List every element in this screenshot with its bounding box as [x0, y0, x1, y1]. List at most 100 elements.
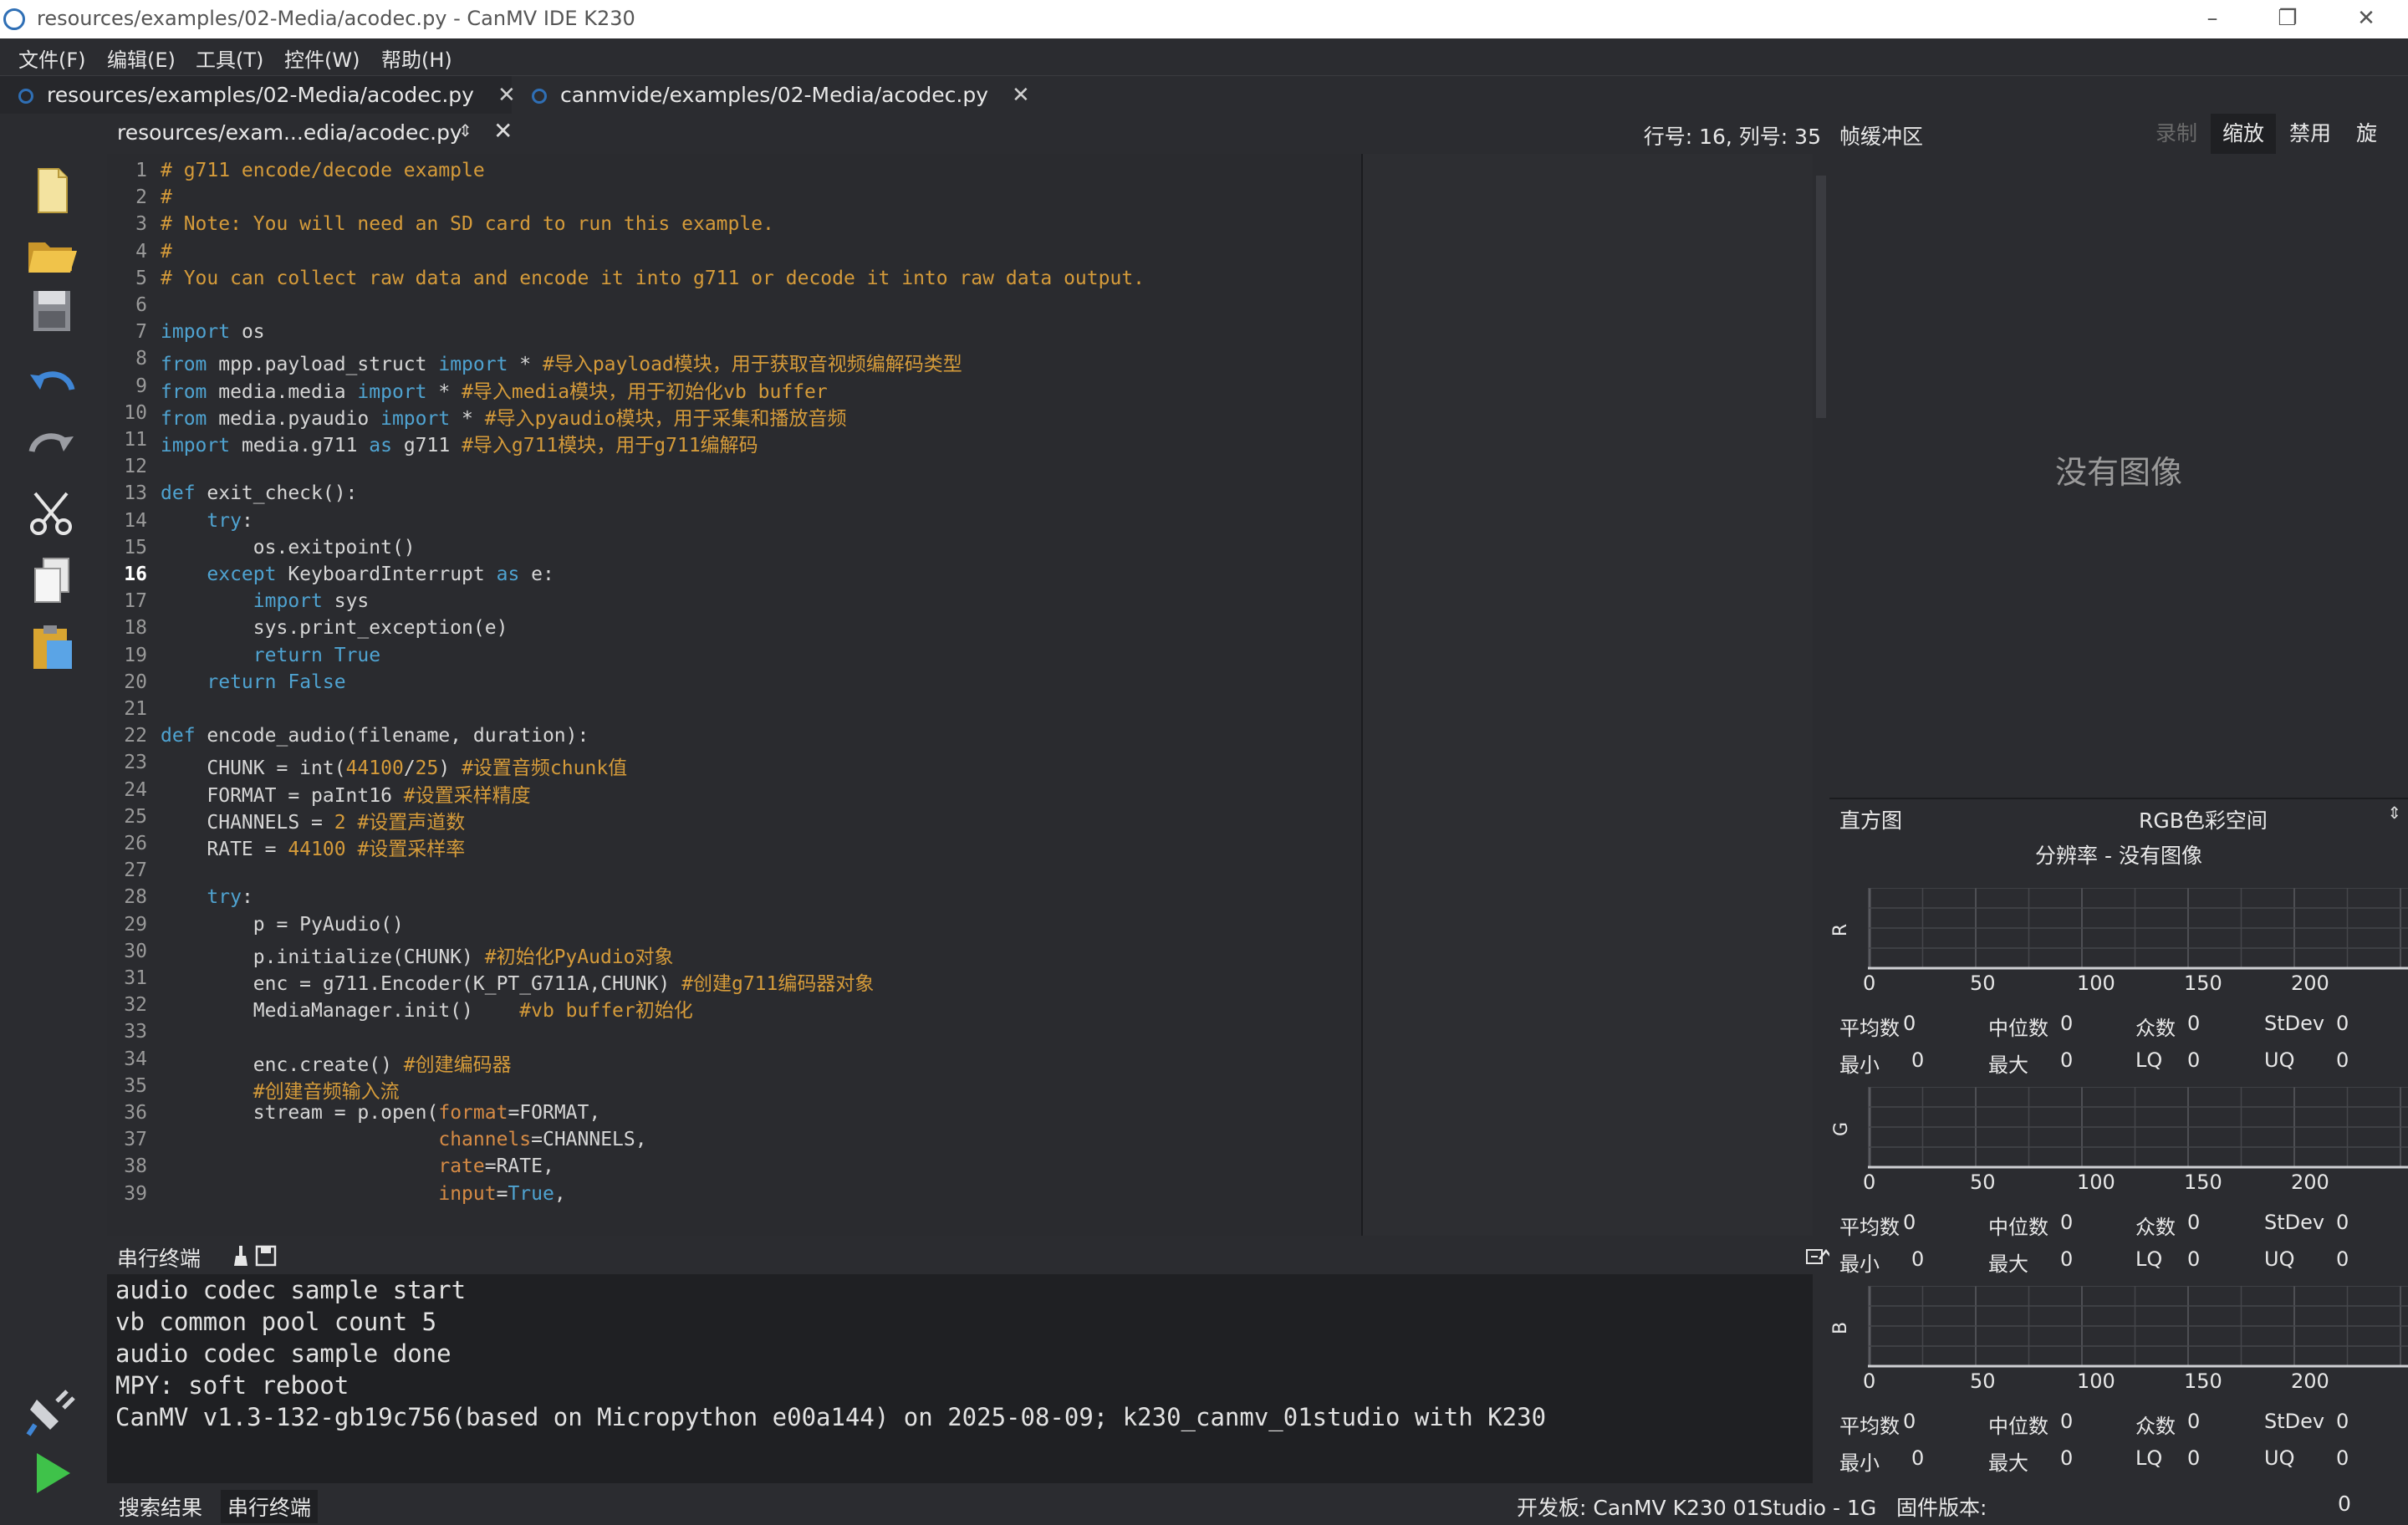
- code-line[interactable]: #: [161, 186, 172, 208]
- stat-value: 0: [2336, 1446, 2349, 1470]
- code-line[interactable]: def exit_check():: [161, 482, 357, 504]
- serial-terminal[interactable]: audio codec sample start vb common pool …: [107, 1274, 1813, 1483]
- code-line[interactable]: input=True,: [161, 1183, 565, 1205]
- line-number: 10: [124, 401, 147, 424]
- code-line[interactable]: # Note: You will need an SD card to run …: [161, 213, 774, 235]
- file-tab-2[interactable]: canmvide/examples/02-Media/acodec.py ✕: [527, 76, 1030, 115]
- menu-file[interactable]: 文件(F): [18, 43, 86, 73]
- line-number: 9: [135, 375, 147, 397]
- code-line[interactable]: RATE = 44100 #设置采样率: [161, 833, 465, 861]
- code-line[interactable]: p.initialize(CHUNK) #初始化PyAudio对象: [161, 941, 674, 969]
- stat-label: 最小: [1839, 1252, 1880, 1276]
- code-line[interactable]: CHUNK = int(44100/25) #设置音频chunk值: [161, 752, 627, 780]
- editor-file-path[interactable]: resources/exam...edia/acodec.py: [117, 120, 462, 145]
- code-line[interactable]: sys.print_exception(e): [161, 617, 508, 639]
- tick-label: 0: [1863, 1369, 1876, 1393]
- copy-icon[interactable]: [25, 553, 79, 607]
- code-line[interactable]: from media.media import * #导入media模块，用于初…: [161, 375, 828, 404]
- record-button[interactable]: 录制: [2144, 114, 2209, 154]
- code-line[interactable]: #: [161, 241, 172, 263]
- file-tab-1[interactable]: resources/examples/02-Media/acodec.py ✕: [0, 76, 516, 115]
- code-line[interactable]: try:: [161, 886, 253, 908]
- tab-serial-terminal[interactable]: 串行终端: [221, 1490, 319, 1523]
- terminal-label: 串行终端: [117, 1247, 202, 1271]
- code-line[interactable]: return True: [161, 645, 380, 666]
- menu-help[interactable]: 帮助(H): [381, 43, 452, 73]
- minimize-button[interactable]: –: [2187, 3, 2237, 33]
- code-line[interactable]: from mpp.payload_struct import * #导入payl…: [161, 348, 962, 376]
- tab-search-results[interactable]: 搜索结果: [112, 1490, 209, 1523]
- histogram-title: 分辨率 - 没有图像: [2035, 844, 2202, 868]
- menu-edit[interactable]: 编辑(E): [107, 43, 176, 73]
- close-tab-icon[interactable]: ✕: [1012, 76, 1030, 115]
- stat-label: StDev: [2264, 1211, 2325, 1234]
- code-line[interactable]: channels=CHANNELS,: [161, 1129, 646, 1150]
- terminal-scrollbar[interactable]: [1813, 1274, 1829, 1483]
- code-editor[interactable]: 1 2 3 4 5 6 7 8 9 10 11 12 13 14 15 16 17 18 19 20 21 22 23 24 2…: [107, 154, 1813, 1236]
- code-line[interactable]: from media.pyaudio import * #导入pyaudio模块…: [161, 402, 847, 431]
- code-line[interactable]: enc.create() #创建编码器: [161, 1048, 512, 1077]
- menu-bar: 文件(F) 编辑(E) 工具(T) 控件(W) 帮助(H): [0, 38, 2408, 75]
- code-line[interactable]: # You can collect raw data and encode it…: [161, 268, 1145, 289]
- code-line[interactable]: stream = p.open(format=FORMAT,: [161, 1102, 600, 1124]
- code-line[interactable]: import media.g711 as g711 #导入g711模块，用于g7…: [161, 429, 758, 457]
- code-line[interactable]: CHANNELS = 2 #设置声道数: [161, 806, 465, 834]
- stat-label: StDev: [2264, 1410, 2325, 1433]
- code-line[interactable]: os.exitpoint(): [161, 537, 416, 558]
- close-window-button[interactable]: ✕: [2341, 3, 2391, 33]
- histogram-chart-g: [1868, 1087, 2408, 1169]
- line-number: 31: [124, 967, 147, 989]
- stat-value: 0: [1911, 1446, 1925, 1470]
- stat-value: 0: [1903, 1410, 1916, 1433]
- code-line[interactable]: #创建音频输入流: [161, 1075, 400, 1104]
- line-number: 4: [135, 240, 147, 263]
- line-number: 37: [124, 1129, 147, 1151]
- select-arrow-icon[interactable]: ⇕: [2387, 803, 2401, 823]
- undo-icon[interactable]: [25, 356, 79, 410]
- code-line[interactable]: MediaManager.init() #vb buffer初始化: [161, 994, 693, 1023]
- open-folder-icon[interactable]: [25, 226, 79, 279]
- close-panel-icon[interactable]: [1804, 1247, 1824, 1266]
- line-number: 27: [124, 859, 147, 882]
- save-terminal-icon[interactable]: [254, 1244, 278, 1267]
- stat-value: 0: [2187, 1048, 2201, 1072]
- paste-icon[interactable]: [25, 620, 79, 674]
- code-line[interactable]: rate=RATE,: [161, 1155, 554, 1177]
- line-number: 39: [124, 1182, 147, 1205]
- code-line[interactable]: import os: [161, 321, 265, 343]
- color-space-select[interactable]: RGB色彩空间: [2139, 804, 2268, 834]
- new-file-icon[interactable]: [25, 164, 79, 217]
- code-line[interactable]: import sys: [161, 590, 369, 612]
- maximize-button[interactable]: ❐: [2263, 3, 2313, 33]
- connect-icon[interactable]: [25, 1385, 79, 1438]
- code-line[interactable]: return False: [161, 671, 345, 693]
- code-line[interactable]: FORMAT = paInt16 #设置采样精度: [161, 779, 530, 808]
- save-icon[interactable]: [25, 284, 79, 338]
- redo-icon[interactable]: [25, 418, 79, 472]
- code-line[interactable]: enc = g711.Encoder(K_PT_G711A,CHUNK) #创建…: [161, 967, 875, 996]
- close-editor-icon[interactable]: ✕: [493, 117, 513, 145]
- zoom-button[interactable]: 缩放: [2211, 114, 2277, 154]
- bottom-bar: 搜索结果 串行终端 开发板: CanMV K230 01Studio - 1G …: [107, 1483, 2408, 1525]
- code-line[interactable]: def encode_audio(filename, duration):: [161, 725, 589, 747]
- stat-value: 0: [1911, 1247, 1925, 1271]
- channel-label: G: [1831, 1121, 1853, 1137]
- run-icon[interactable]: [25, 1446, 79, 1500]
- disable-button[interactable]: 禁用: [2278, 114, 2343, 154]
- scroll-thumb[interactable]: [1816, 176, 1826, 418]
- rotate-button[interactable]: 旋转: [2344, 114, 2408, 186]
- code-line[interactable]: try:: [161, 510, 253, 532]
- file-switch-icon[interactable]: ⇕: [458, 120, 472, 140]
- menu-tools[interactable]: 工具(T): [196, 43, 263, 73]
- clear-terminal-icon[interactable]: [229, 1244, 253, 1267]
- code-line[interactable]: p = PyAudio(): [161, 914, 404, 936]
- menu-widgets[interactable]: 控件(W): [284, 43, 360, 73]
- code-line[interactable]: except KeyboardInterrupt as e:: [161, 564, 554, 585]
- editor-scrollbar[interactable]: [1813, 154, 1829, 1236]
- code-line[interactable]: # g711 encode/decode example: [161, 160, 485, 181]
- close-tab-icon[interactable]: ✕: [497, 76, 516, 115]
- stat-label: UQ: [2264, 1048, 2295, 1072]
- tick-label: 150: [2184, 1369, 2222, 1393]
- stat-value: 0: [1911, 1048, 1925, 1072]
- cut-icon[interactable]: [25, 487, 79, 540]
